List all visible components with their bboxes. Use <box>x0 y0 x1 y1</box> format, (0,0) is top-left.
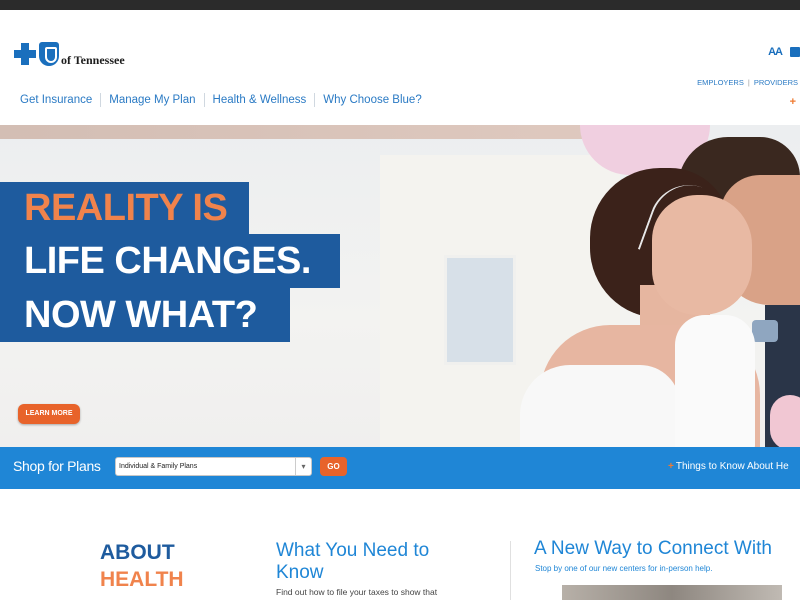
shop-for-plans-bar: Shop for Plans Individual & Family Plans… <box>0 447 800 489</box>
utility-links: EMPLOYERS | PROVIDERS <box>697 78 798 87</box>
new-way-to-connect-text: Stop by one of our new centers for in-pe… <box>535 564 713 573</box>
bouquet <box>770 395 800 447</box>
headline-line-2: LIFE CHANGES. <box>0 234 340 288</box>
providers-link[interactable]: PROVIDERS <box>754 78 798 87</box>
chevron-down-icon[interactable]: ▾ <box>295 458 311 475</box>
headline-line-1: REALITY IS <box>0 182 249 234</box>
nav-health-wellness[interactable]: Health & Wellness <box>205 93 316 107</box>
blue-cross-icon <box>14 43 36 65</box>
bride-dress <box>520 365 680 447</box>
nav-plus-icon[interactable]: + <box>790 96 796 108</box>
content-section: ABOUT HEALTH What You Need to Know Find … <box>0 489 800 600</box>
learn-more-button[interactable]: LEARN MORE <box>18 404 80 424</box>
things-to-know-link[interactable]: + Things to Know About He <box>668 461 789 472</box>
what-you-need-title[interactable]: What You Need to Know <box>276 540 476 584</box>
shop-title: Shop for Plans <box>13 458 101 474</box>
blue-shield-icon <box>39 42 59 66</box>
plus-icon: + <box>668 461 674 472</box>
plan-type-select[interactable]: Individual & Family Plans ▾ <box>115 457 312 476</box>
logo-text: of Tennessee <box>61 52 125 67</box>
connect-photo <box>562 585 782 600</box>
hero-roof <box>0 125 600 139</box>
what-you-need-text: Find out how to file your taxes to show … <box>276 587 438 597</box>
plan-type-value: Individual & Family Plans <box>119 463 198 470</box>
things-to-know-label: Things to Know About He <box>675 461 789 472</box>
go-button[interactable]: GO <box>320 457 347 476</box>
groom-bowtie <box>752 320 778 342</box>
employers-link[interactable]: EMPLOYERS <box>697 78 744 87</box>
main-nav: Get Insurance Manage My Plan Health & We… <box>12 93 430 107</box>
column-divider <box>510 541 511 600</box>
new-way-to-connect-title[interactable]: A New Way to Connect With <box>534 538 772 560</box>
text-size-icon[interactable]: AA <box>768 46 783 58</box>
site-header: of Tennessee AA EMPLOYERS | PROVIDERS Ge… <box>0 10 800 125</box>
utility-icons: AA <box>768 46 800 58</box>
dress-sleeve <box>675 315 755 447</box>
about-heading-2: HEALTH <box>100 568 184 591</box>
about-heading-1: ABOUT <box>100 541 175 564</box>
headline-line-3: NOW WHAT? <box>0 288 290 342</box>
nav-manage-my-plan[interactable]: Manage My Plan <box>101 93 205 107</box>
link-separator: | <box>747 78 750 87</box>
hero-window <box>444 255 516 365</box>
bcbs-logo[interactable]: of Tennessee <box>14 41 125 67</box>
nav-get-insurance[interactable]: Get Insurance <box>12 93 102 107</box>
browser-top-bar <box>0 0 800 10</box>
print-icon[interactable] <box>790 47 800 57</box>
nav-why-choose-blue[interactable]: Why Choose Blue? <box>315 93 429 107</box>
